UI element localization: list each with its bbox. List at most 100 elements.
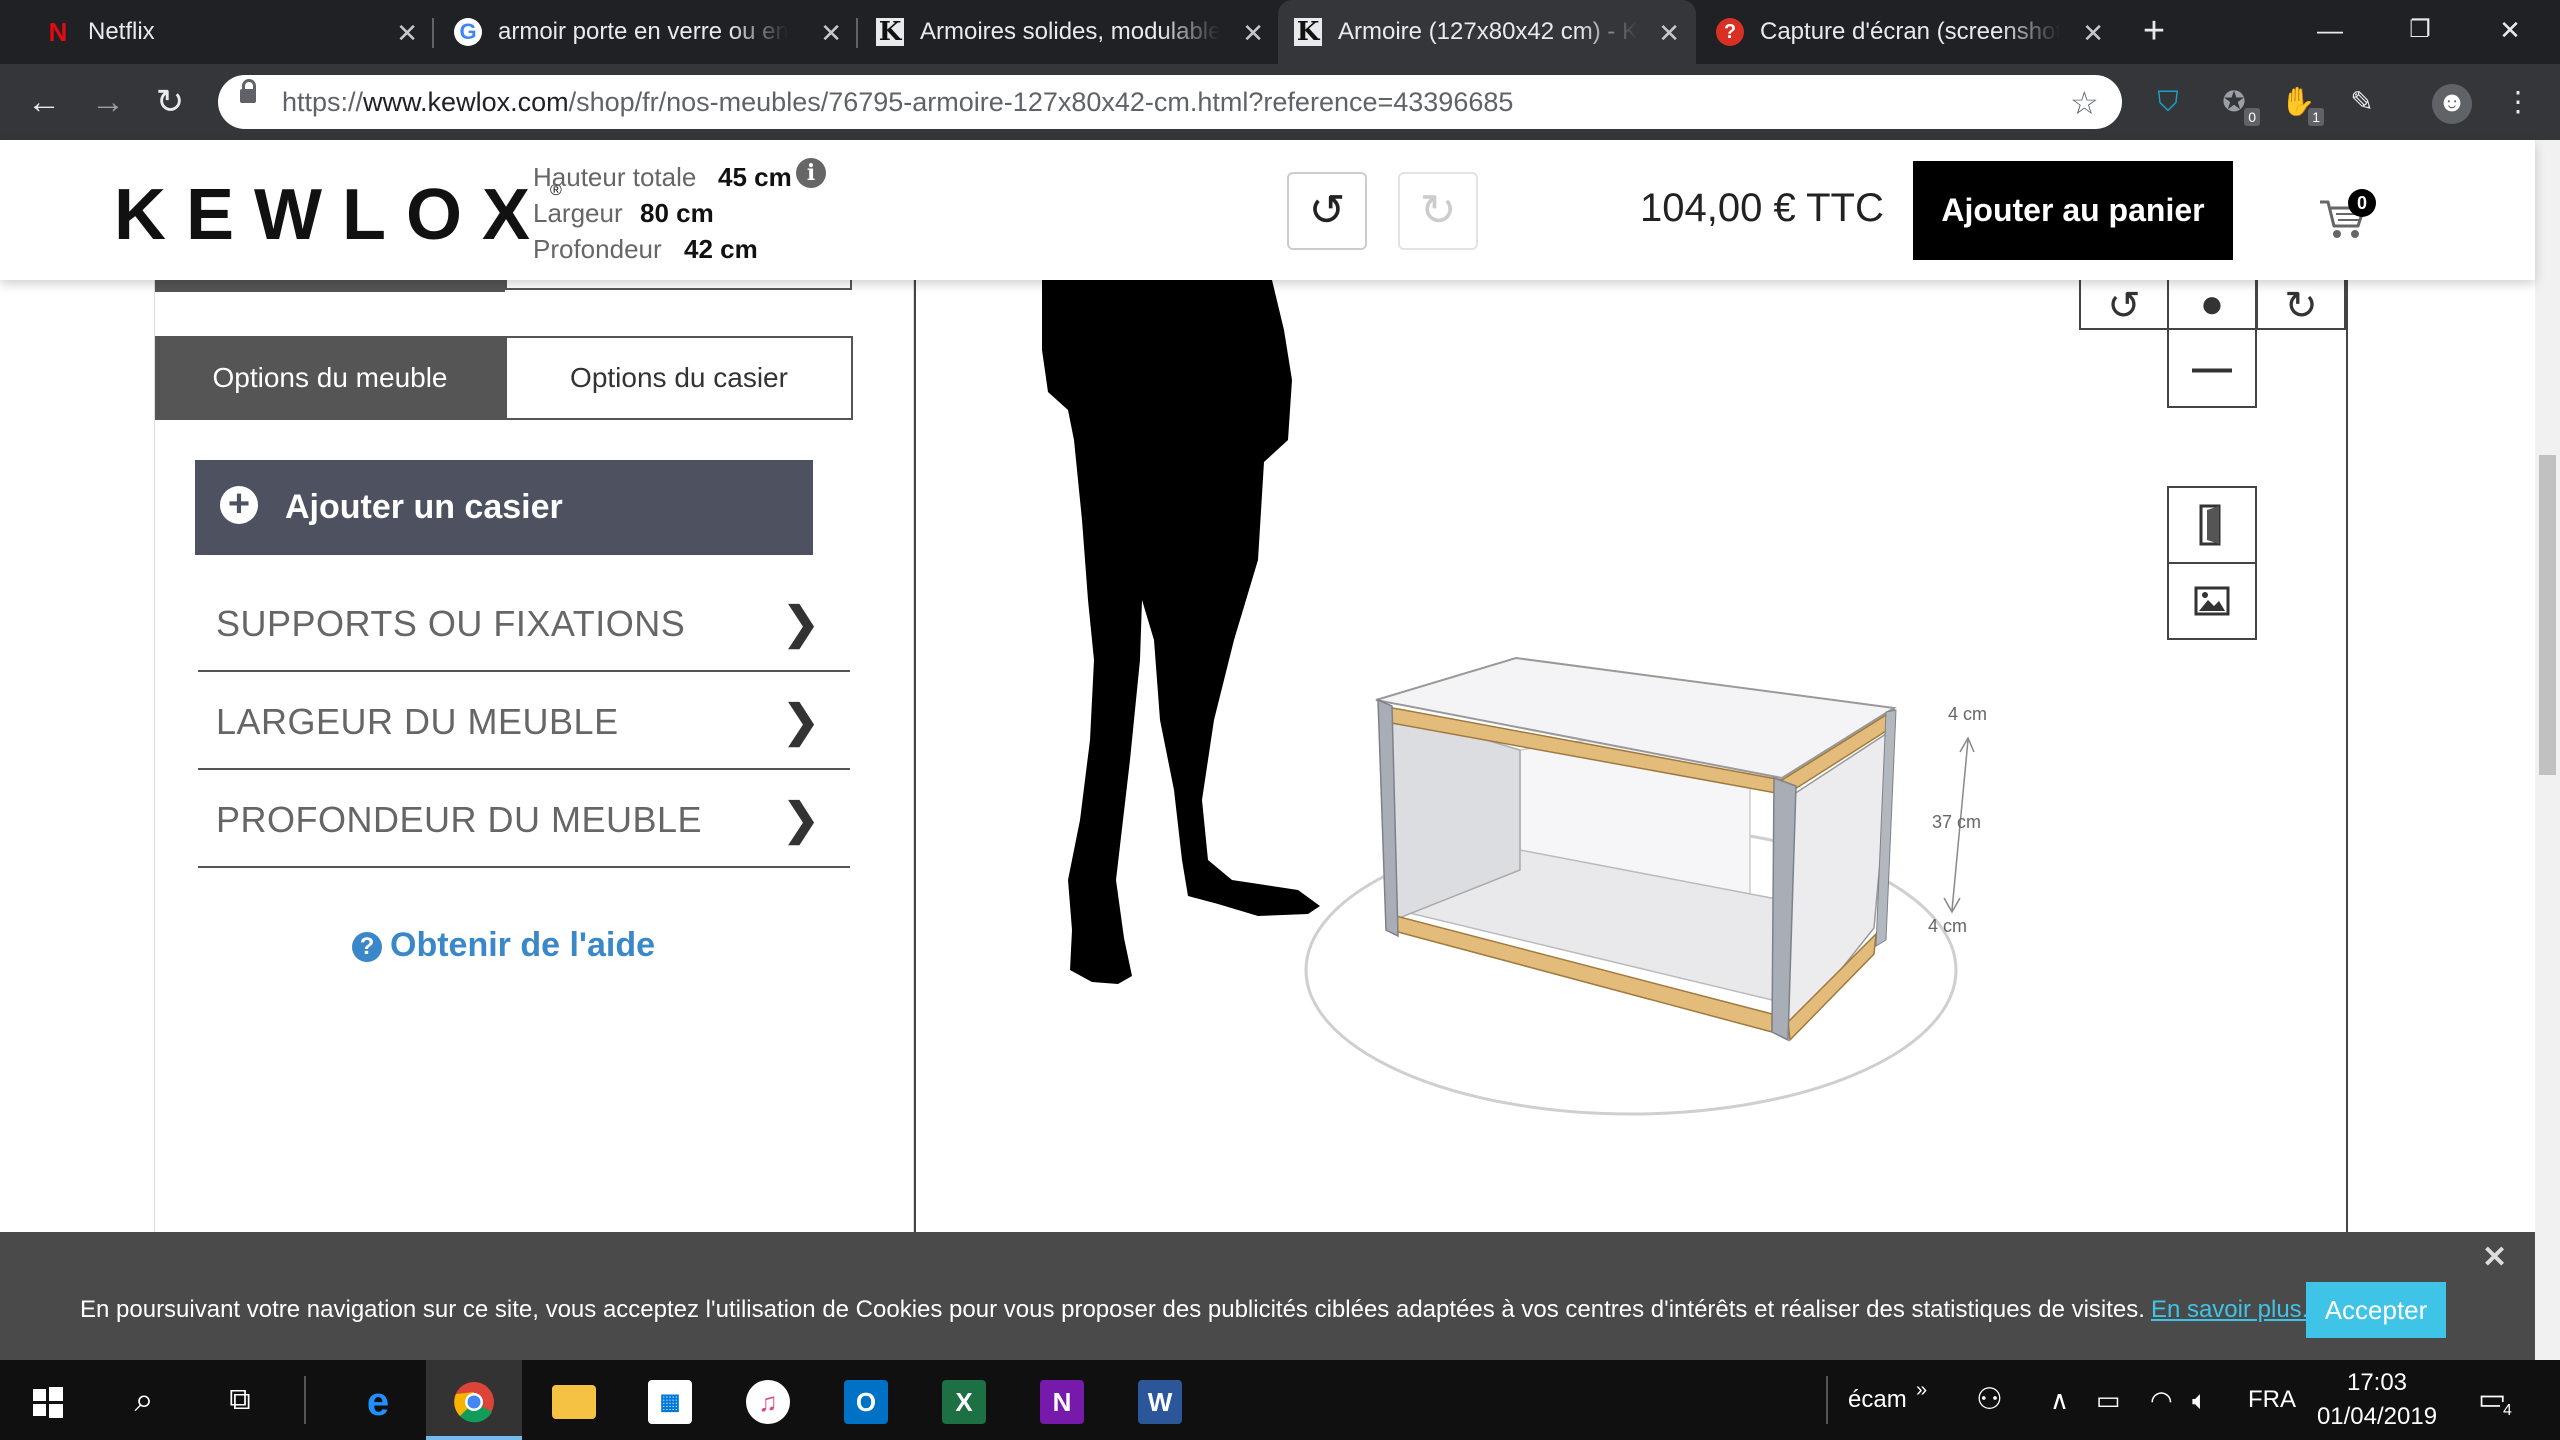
windows-logo-icon — [33, 1386, 63, 1418]
toolbar-expand-icon[interactable]: » — [1916, 1350, 1927, 1430]
shield-extension-icon[interactable]: ⛉ — [2150, 84, 2186, 120]
tab-title: armoir porte en verre ou en — [498, 18, 788, 45]
screenshot-image-button[interactable] — [2167, 562, 2257, 640]
extension-icon[interactable]: ✪ 0 — [2216, 84, 2260, 126]
taskbar-clock[interactable]: 17:03 01/04/2019 — [2312, 1366, 2442, 1434]
redo-button[interactable]: ↻ — [1398, 172, 1478, 250]
dimension-value-width: 80 cm — [640, 198, 714, 228]
accordion-supports-fixations[interactable]: SUPPORTS OU FIXATIONS ❯ — [198, 576, 850, 672]
rotate-right-icon: ↻ — [2284, 284, 2318, 328]
tab-google-search[interactable]: G armoir porte en verre ou en ✕ — [438, 0, 858, 64]
tab-netflix[interactable]: N Netflix ✕ — [28, 0, 434, 64]
tab-capture-ecran[interactable]: ? Capture d'écran (screenshot ✕ — [1700, 0, 2120, 64]
excel-icon: X — [942, 1379, 986, 1424]
reload-icon[interactable]: ↻ — [150, 82, 190, 122]
tab-options-meuble[interactable]: Options du meuble — [155, 336, 505, 420]
price-total: 104,00 € TTC — [1640, 186, 1884, 230]
rotate-right-button[interactable]: ↻ — [2256, 280, 2346, 330]
itunes-icon: ♫ — [746, 1379, 790, 1424]
add-casier-button[interactable]: Ajouter un casier — [195, 460, 813, 555]
lock-icon[interactable] — [240, 79, 256, 103]
taskbar-chrome[interactable] — [426, 1360, 522, 1440]
taskbar-file-explorer[interactable] — [526, 1360, 622, 1440]
rotate-left-button[interactable]: ↺ — [2079, 280, 2169, 330]
people-icon[interactable]: ⚇ — [1976, 1360, 2003, 1440]
taskbar-excel[interactable]: X — [916, 1360, 1012, 1440]
accordion-largeur-meuble[interactable]: LARGEUR DU MEUBLE ❯ — [198, 674, 850, 770]
adblock-extension-icon[interactable]: ✋ 1 — [2280, 84, 2324, 126]
windows-start-button[interactable] — [0, 1360, 96, 1440]
tab-kewlox-armoires[interactable]: K Armoires solides, modulables ✕ — [860, 0, 1280, 64]
kewlox-favicon: K — [876, 17, 904, 47]
pen-extension-icon[interactable]: ✎ — [2344, 84, 2380, 120]
wifi-icon[interactable]: ◠ — [2150, 1360, 2173, 1440]
accept-cookies-button[interactable]: Accepter — [2306, 1282, 2446, 1338]
close-tab-icon[interactable]: ✕ — [2082, 18, 2104, 49]
cart-count-badge: 0 — [2348, 189, 2376, 217]
taskbar-search-toolbar[interactable]: écam — [1848, 1360, 1907, 1440]
volume-icon[interactable]: 🔈︎ — [2192, 1360, 2208, 1440]
address-bar[interactable]: https://www.kewlox.com/shop/fr/nos-meubl… — [218, 75, 2122, 129]
menu-kebab-icon[interactable]: ⋮ — [2500, 84, 2536, 120]
accordion-profondeur-meuble[interactable]: PROFONDEUR DU MEUBLE ❯ — [198, 772, 850, 868]
store-icon: ▦ — [648, 1379, 692, 1424]
kewlox-logo[interactable]: KEWLOX® — [114, 174, 562, 256]
taskbar-onenote[interactable]: N — [1014, 1360, 1110, 1440]
chrome-icon — [454, 1381, 494, 1423]
kewlox-favicon: K — [1294, 17, 1322, 47]
restore-window-button[interactable]: ❐ — [2390, 10, 2450, 50]
taskbar-outlook[interactable]: O — [818, 1360, 914, 1440]
3d-viewer[interactable]: 4 cm 37 cm 4 cm ↺ ● ↻ — — [914, 280, 2348, 1280]
profile-avatar[interactable]: ☻ — [2432, 84, 2472, 124]
tab-title: Armoires solides, modulables — [920, 18, 1220, 45]
human-silhouette — [1042, 280, 1320, 984]
back-icon[interactable]: ← — [24, 82, 64, 122]
panel-top-strip — [155, 280, 505, 292]
extension-badge: 0 — [2244, 108, 2260, 126]
dimension-label-bottom: 4 cm — [1928, 916, 1967, 936]
undo-icon: ↺ — [1308, 186, 1346, 235]
task-view-icon[interactable]: ⧉ — [192, 1360, 288, 1440]
page-scrollbar-thumb[interactable] — [2539, 455, 2556, 775]
close-tab-icon[interactable]: ✕ — [1242, 18, 1264, 49]
zoom-out-button[interactable]: — — [2167, 328, 2257, 408]
cookie-banner-text: En poursuivant votre navigation sur ce s… — [80, 1296, 2308, 1324]
undo-button[interactable]: ↺ — [1287, 172, 1367, 250]
cookie-more-link[interactable]: En savoir plus. — [2151, 1296, 2308, 1323]
search-icon[interactable]: ⌕ — [96, 1360, 192, 1440]
language-indicator[interactable]: FRA — [2248, 1360, 2296, 1440]
battery-icon[interactable]: ▭ — [2096, 1360, 2121, 1440]
close-tab-icon[interactable]: ✕ — [820, 18, 842, 49]
close-window-button[interactable]: ✕ — [2480, 10, 2540, 50]
close-tab-icon[interactable]: ✕ — [1658, 18, 1680, 49]
tab-kewlox-armoire-active[interactable]: K Armoire (127x80x42 cm) - K ✕ — [1278, 0, 1696, 64]
taskbar-store[interactable]: ▦ — [622, 1360, 718, 1440]
notification-center-icon[interactable]: ▭ — [2478, 1360, 2506, 1440]
question-circle-icon: ? — [352, 932, 382, 962]
help-link-label: Obtenir de l'aide — [390, 926, 656, 964]
add-to-cart-button[interactable]: Ajouter au panier — [1913, 161, 2233, 260]
show-hidden-icons-chevron-up-icon[interactable]: ∧ — [2050, 1360, 2069, 1440]
plus-circle-icon: + — [220, 485, 258, 524]
new-tab-button[interactable]: + — [2136, 12, 2172, 50]
dimension-label-middle: 37 cm — [1932, 812, 1981, 832]
tab-title: Netflix — [88, 18, 155, 45]
bookmark-star-icon[interactable]: ☆ — [2070, 84, 2099, 122]
toggle-doors-button[interactable] — [2167, 486, 2257, 564]
close-tab-icon[interactable]: ✕ — [396, 18, 418, 49]
minimize-window-button[interactable]: — — [2300, 10, 2360, 50]
panel-top-strip — [505, 280, 852, 290]
google-icon: G — [454, 18, 482, 46]
zoom-reset-button[interactable]: ● — [2167, 280, 2257, 330]
help-link[interactable]: ? Obtenir de l'aide — [352, 926, 655, 965]
taskbar-edge[interactable]: e — [330, 1360, 426, 1440]
dimension-label-height: Hauteur totale — [533, 162, 697, 192]
taskbar-word[interactable]: W — [1112, 1360, 1208, 1440]
info-icon[interactable]: i — [796, 158, 826, 188]
tab-options-casier[interactable]: Options du casier — [505, 336, 853, 420]
taskbar-divider — [1826, 1376, 1828, 1424]
forward-icon[interactable]: → — [88, 82, 128, 122]
taskbar-itunes[interactable]: ♫ — [720, 1360, 816, 1440]
close-icon[interactable]: ✕ — [2482, 1240, 2507, 1275]
chevron-right-icon: ❯ — [782, 697, 820, 746]
